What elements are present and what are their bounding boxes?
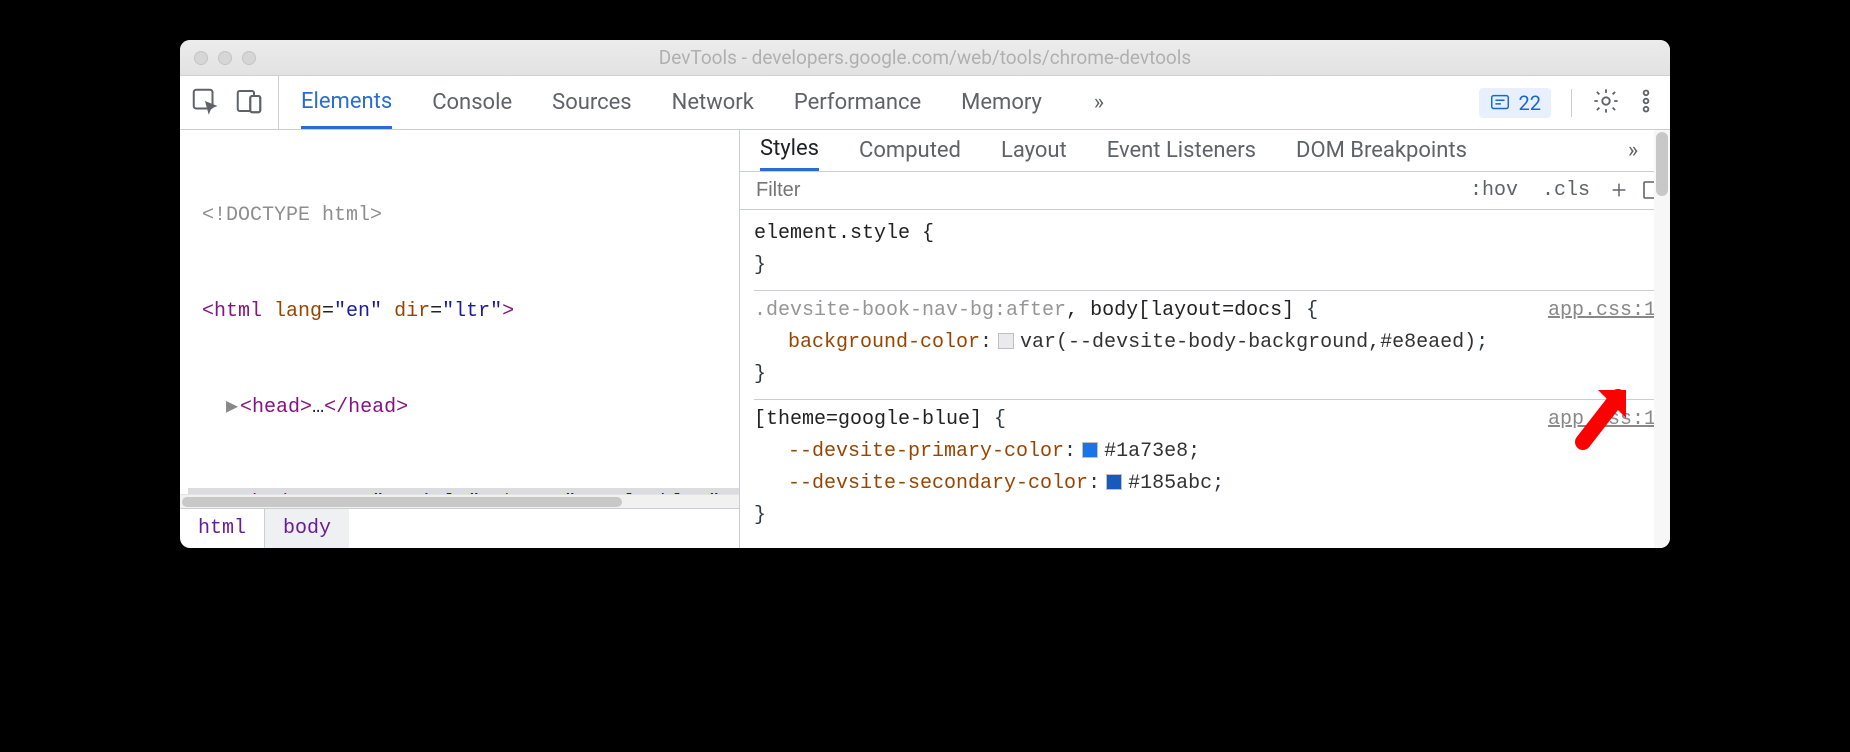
color-swatch-icon[interactable] <box>1082 442 1098 458</box>
main-tabstrip: Elements Console Sources Network Perform… <box>180 76 1670 130</box>
devtools-window: DevTools - developers.google.com/web/too… <box>180 40 1670 548</box>
device-toolbar-icon[interactable] <box>234 86 264 120</box>
dom-breadcrumb: html body <box>180 508 739 548</box>
style-rules[interactable]: element.style {} app.css:1 .devsite-book… <box>740 210 1670 548</box>
breadcrumb-body[interactable]: body <box>264 509 349 548</box>
color-swatch-icon[interactable] <box>998 333 1014 349</box>
issues-badge[interactable]: 22 <box>1479 88 1551 118</box>
styles-more-tabs-icon[interactable]: » <box>1616 138 1650 163</box>
divider <box>1571 89 1572 117</box>
main-tabs: Elements Console Sources Network Perform… <box>301 76 1116 129</box>
tab-memory[interactable]: Memory <box>961 76 1042 129</box>
kebab-menu-icon[interactable] <box>1632 87 1660 119</box>
panels: <!DOCTYPE html> <html lang="en" dir="ltr… <box>180 130 1670 548</box>
styles-filter-row: :hov .cls <box>740 172 1670 210</box>
tab-performance[interactable]: Performance <box>794 76 921 129</box>
traffic-lights <box>194 51 256 65</box>
color-swatch-icon[interactable] <box>1106 474 1122 490</box>
breadcrumb-html[interactable]: html <box>180 509 264 548</box>
rule-source-link[interactable]: app.css:1 <box>1548 295 1656 327</box>
titlebar: DevTools - developers.google.com/web/too… <box>180 40 1670 76</box>
rule-element-style[interactable]: element.style {} <box>754 214 1656 291</box>
subtab-styles[interactable]: Styles <box>760 130 819 171</box>
subtab-event-listeners[interactable]: Event Listeners <box>1107 130 1256 171</box>
dom-doctype: <!DOCTYPE html> <box>202 204 382 227</box>
traffic-close[interactable] <box>194 51 208 65</box>
traffic-zoom[interactable] <box>242 51 256 65</box>
dom-horizontal-scrollbar[interactable] <box>180 494 739 508</box>
new-style-rule-icon[interactable] <box>1602 179 1636 201</box>
subtab-computed[interactable]: Computed <box>859 130 961 171</box>
toggle-cls[interactable]: .cls <box>1530 179 1602 202</box>
styles-filter-input[interactable] <box>740 179 1458 202</box>
dom-tree[interactable]: <!DOCTYPE html> <html lang="en" dir="ltr… <box>180 130 739 494</box>
dom-node-html[interactable]: <html lang="en" dir="ltr"> <box>188 296 739 328</box>
more-tabs-icon[interactable]: » <box>1082 90 1116 115</box>
tabstrip-left-icons <box>190 76 279 129</box>
styles-subtabs: Styles Computed Layout Event Listeners D… <box>740 130 1670 172</box>
settings-icon[interactable] <box>1592 87 1620 119</box>
elements-dom-panel: <!DOCTYPE html> <html lang="en" dir="ltr… <box>180 130 740 548</box>
tab-network[interactable]: Network <box>672 76 754 129</box>
inspect-element-icon[interactable] <box>190 86 220 120</box>
tab-elements[interactable]: Elements <box>301 76 392 129</box>
prop-background-color[interactable]: background-color:var(--devsite-body-back… <box>754 327 1656 359</box>
subtab-layout[interactable]: Layout <box>1001 130 1067 171</box>
tabstrip-right: 22 <box>1479 87 1660 119</box>
rule-devsite-book-nav[interactable]: app.css:1 .devsite-book-nav-bg:after, bo… <box>754 291 1656 400</box>
issues-icon <box>1489 92 1511 114</box>
prop-secondary-color[interactable]: --devsite-secondary-color:#185abc; <box>754 468 1656 500</box>
dom-node-head[interactable]: ▶<head>…</head> <box>188 392 739 424</box>
rule-theme-google-blue[interactable]: app.css:1 [theme=google-blue] { --devsit… <box>754 400 1656 540</box>
subtab-dom-breakpoints[interactable]: DOM Breakpoints <box>1296 130 1467 171</box>
tab-sources[interactable]: Sources <box>552 76 632 129</box>
prop-primary-color[interactable]: --devsite-primary-color:#1a73e8; <box>754 436 1656 468</box>
rule-source-link[interactable]: app.css:1 <box>1548 404 1656 436</box>
tab-console[interactable]: Console <box>432 76 512 129</box>
traffic-minimize[interactable] <box>218 51 232 65</box>
styles-panel: Styles Computed Layout Event Listeners D… <box>740 130 1670 548</box>
issues-count: 22 <box>1519 91 1541 115</box>
window-title: DevTools - developers.google.com/web/too… <box>180 46 1670 69</box>
styles-vertical-scrollbar[interactable] <box>1654 130 1670 548</box>
toggle-hov[interactable]: :hov <box>1458 179 1530 202</box>
